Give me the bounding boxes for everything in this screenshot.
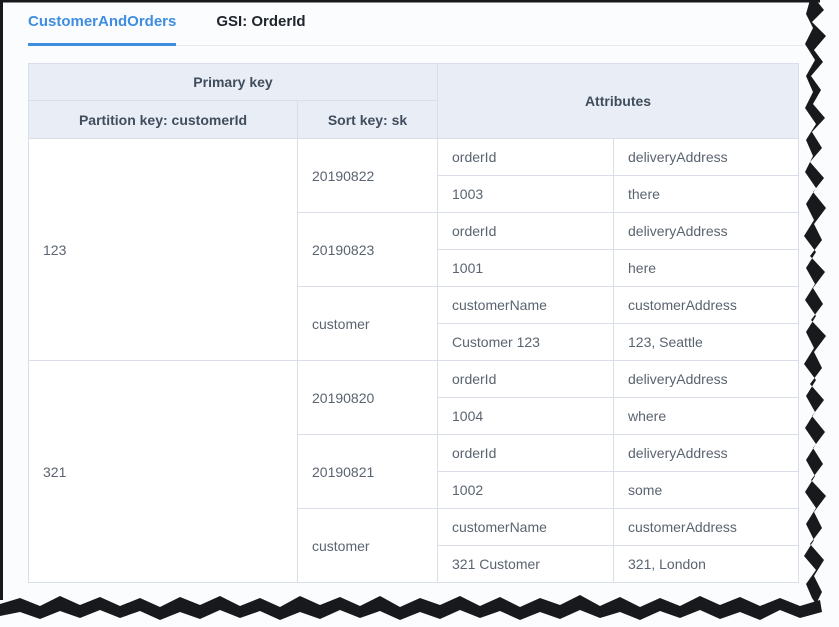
attribute-name: orderId (437, 138, 614, 176)
attribute-name: orderId (437, 434, 614, 472)
partition-key-value: 321 (28, 360, 298, 583)
attribute-name: deliveryAddress (613, 138, 799, 176)
table-row: 321 20190820 orderId deliveryAddress (28, 360, 799, 583)
torn-edge-right (804, 0, 826, 604)
attribute-name: customerAddress (613, 286, 799, 324)
attribute-name: customerName (437, 286, 614, 324)
left-border-line (0, 0, 3, 600)
tab-gsi-orderid[interactable]: GSI: OrderId (216, 0, 305, 46)
sort-key-value: customer (297, 286, 438, 361)
attribute-value: 1004 (437, 397, 614, 435)
attribute-name: deliveryAddress (613, 434, 799, 472)
attribute-value: 1003 (437, 175, 614, 213)
attribute-value: here (613, 249, 799, 287)
attribute-value: some (613, 471, 799, 509)
attribute-value: 1002 (437, 471, 614, 509)
attribute-value: there (613, 175, 799, 213)
sort-key-value: 20190821 (297, 434, 438, 509)
sort-key-value: 20190823 (297, 212, 438, 287)
attribute-value: Customer 123 (437, 323, 614, 361)
attribute-name: orderId (437, 212, 614, 250)
page-background: CustomerAndOrders GSI: OrderId Primary k… (0, 0, 839, 627)
sort-key-value: 20190820 (297, 360, 438, 435)
attribute-value: where (613, 397, 799, 435)
attributes-header: Attributes (437, 63, 799, 139)
sort-key-value: 20190822 (297, 138, 438, 213)
attribute-value: 1001 (437, 249, 614, 287)
attribute-name: orderId (437, 360, 614, 398)
attribute-value: 123, Seattle (613, 323, 799, 361)
table-tabs: CustomerAndOrders GSI: OrderId (28, 0, 810, 46)
partition-key-value: 123 (28, 138, 298, 361)
tab-customer-and-orders[interactable]: CustomerAndOrders (28, 0, 177, 46)
attribute-value: 321 Customer (437, 545, 614, 583)
sort-key-header: Sort key: sk (297, 100, 438, 139)
partition-key-header: Partition key: customerId (28, 100, 298, 139)
attribute-name: deliveryAddress (613, 212, 799, 250)
attribute-name: customerName (437, 508, 614, 546)
sort-key-value: customer (297, 508, 438, 583)
dynamodb-table: Primary key Attributes Partition key: cu… (28, 63, 799, 583)
attribute-value: 321, London (613, 545, 799, 583)
attribute-name: customerAddress (613, 508, 799, 546)
torn-edge-bottom (0, 595, 822, 620)
primary-key-header: Primary key (28, 63, 438, 101)
attribute-name: deliveryAddress (613, 360, 799, 398)
table-row: 123 20190822 orderId deliveryAddress (28, 138, 799, 361)
